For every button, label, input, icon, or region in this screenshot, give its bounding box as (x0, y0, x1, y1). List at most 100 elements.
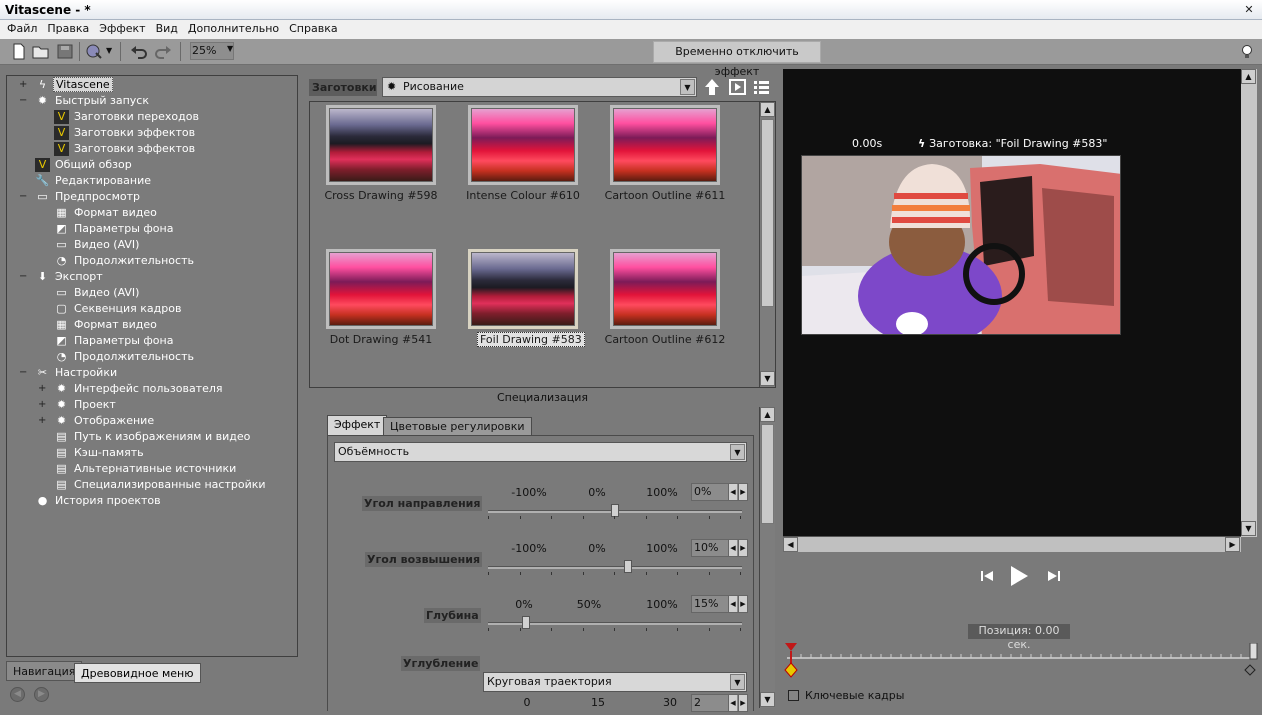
play-icon[interactable] (1008, 564, 1030, 588)
spin-left-icon[interactable]: ◀ (728, 540, 737, 556)
tab-tree-menu[interactable]: Древовидное меню (74, 663, 201, 683)
collapse-icon[interactable]: − (19, 93, 27, 109)
scroll-right-icon[interactable]: ▶ (1225, 537, 1240, 552)
tree-item[interactable]: ▤ Путь к изображениям и видео (56, 429, 252, 445)
tree-item[interactable]: ▭ Видео (AVI) (56, 285, 141, 301)
new-file-icon[interactable] (10, 43, 28, 60)
redo-icon[interactable] (154, 43, 172, 60)
lightbulb-icon[interactable] (1240, 44, 1254, 60)
relief-select[interactable]: Круговая траектория ▼ (483, 672, 747, 692)
preview-horizontal-scrollbar[interactable]: ◀ ▶ (783, 536, 1241, 552)
tree-item[interactable]: V Заготовки эффектов (54, 125, 197, 141)
arrow-up-icon[interactable] (704, 78, 720, 96)
spin-right-icon[interactable]: ▶ (738, 540, 747, 556)
value-spinner[interactable]: 10% ◀ ▶ (691, 539, 748, 557)
scroll-thumb[interactable] (761, 119, 774, 307)
tree-item[interactable]: + ✹ Интерфейс пользователя (38, 381, 225, 397)
back-icon[interactable]: ◀ (10, 687, 25, 702)
value-spinner[interactable]: 0% ◀ ▶ (691, 483, 748, 501)
chevron-down-icon[interactable]: ▼ (680, 79, 695, 95)
scroll-up-icon[interactable]: ▲ (1241, 69, 1256, 84)
tree-item[interactable]: V Заготовки эффектов (54, 141, 197, 157)
play-preview-icon[interactable] (729, 79, 746, 95)
expand-icon[interactable]: + (38, 413, 46, 429)
menu-advanced[interactable]: Дополнительно (183, 20, 284, 35)
tree-item[interactable]: + ✹ Отображение (38, 413, 156, 429)
slider-track[interactable] (488, 566, 742, 569)
tree-item[interactable]: ◩ Параметры фона (56, 221, 175, 237)
expand-icon[interactable]: + (38, 397, 46, 413)
forward-icon[interactable]: ▶ (34, 687, 49, 702)
collapse-icon[interactable]: − (19, 269, 27, 285)
tree-item[interactable]: ▭ Видео (AVI) (56, 237, 141, 253)
preset-label[interactable]: Cross Drawing #598 (311, 189, 451, 202)
thumbnails-scrollbar[interactable]: ▲ ▼ (759, 102, 775, 387)
preview-vertical-scrollbar[interactable]: ▲ ▼ (1241, 69, 1257, 537)
spin-left-icon[interactable]: ◀ (728, 596, 737, 612)
preset-thumbnail[interactable] (326, 249, 436, 329)
tree-item[interactable]: 🔧 Редактирование (36, 173, 153, 189)
spin-left-icon[interactable]: ◀ (728, 484, 737, 500)
spin-right-icon[interactable]: ▶ (738, 596, 747, 612)
tree-item[interactable]: ◔ Продолжительность (57, 253, 196, 269)
preset-thumbnail[interactable] (468, 105, 578, 185)
undo-icon[interactable] (130, 43, 148, 60)
scroll-down-icon[interactable]: ▼ (760, 371, 775, 386)
open-folder-icon[interactable] (32, 43, 50, 60)
tab-effect[interactable]: Эффект (327, 415, 388, 436)
tree-item[interactable]: ● История проектов (38, 493, 163, 509)
skip-forward-icon[interactable] (1047, 569, 1061, 583)
preset-label[interactable]: Cartoon Outline #612 (595, 333, 735, 346)
preset-category-select[interactable]: ✹ Рисование ▼ (382, 77, 697, 97)
tree-item[interactable]: − ✂ Настройки (19, 365, 119, 381)
tree-item[interactable]: ▤ Кэш-память (56, 445, 146, 461)
slider-thumb[interactable] (522, 616, 531, 629)
tree-item[interactable]: ◩ Параметры фона (56, 333, 175, 349)
menu-edit[interactable]: Правка (42, 20, 94, 35)
chevron-down-icon[interactable]: ▼ (106, 46, 112, 55)
menu-view[interactable]: Вид (151, 20, 183, 35)
tree-item[interactable]: V Общий обзор (35, 157, 134, 173)
slider-thumb[interactable] (611, 504, 619, 517)
slider-thumb[interactable] (623, 560, 632, 573)
expand-icon[interactable]: + (19, 77, 27, 93)
scroll-up-icon[interactable]: ▲ (760, 102, 775, 117)
menu-effect[interactable]: Эффект (94, 20, 150, 35)
preset-label[interactable]: Foil Drawing #583 (477, 332, 585, 347)
chevron-down-icon[interactable]: ▼ (730, 444, 745, 460)
spin-right-icon[interactable]: ▶ (738, 484, 747, 500)
scroll-thumb[interactable] (761, 424, 774, 524)
checkbox-box[interactable] (788, 690, 799, 701)
menu-help[interactable]: Справка (284, 20, 342, 35)
expand-icon[interactable]: + (38, 381, 46, 397)
spin-left-icon[interactable]: ◀ (728, 695, 737, 711)
value-spinner[interactable]: 2 ◀ ▶ (691, 694, 748, 712)
chevron-down-icon[interactable]: ▼ (730, 674, 745, 690)
tree-item[interactable]: + ✹ Проект (38, 397, 118, 413)
effect-mode-select[interactable]: Объёмность ▼ (334, 442, 747, 462)
timeline[interactable] (783, 643, 1258, 681)
disable-effect-button[interactable]: Временно отключить эффект (653, 41, 821, 78)
preset-label[interactable]: Dot Drawing #541 (311, 333, 451, 346)
tree-item[interactable]: ◔ Продолжительность (57, 349, 196, 365)
tree-item[interactable]: + ϟ Vitascene (19, 77, 113, 93)
render-settings-icon[interactable] (85, 43, 103, 60)
preset-thumbnail[interactable] (326, 105, 436, 185)
preset-label[interactable]: Cartoon Outline #611 (595, 189, 735, 202)
chevron-down-icon[interactable]: ▼ (227, 44, 233, 53)
tree-item[interactable]: ▤ Специализированные настройки (56, 477, 268, 493)
value-spinner[interactable]: 15% ◀ ▶ (691, 595, 748, 613)
effect-scrollbar[interactable]: ▲ ▼ (759, 407, 775, 708)
close-icon[interactable]: ✕ (1242, 3, 1256, 17)
tree-item[interactable]: − ⬇ Экспорт (19, 269, 105, 285)
tree-item[interactable]: ▦ Формат видео (56, 205, 159, 221)
preset-thumbnail[interactable] (610, 105, 720, 185)
scroll-up-icon[interactable]: ▲ (760, 407, 775, 422)
collapse-icon[interactable]: − (19, 365, 27, 381)
list-view-icon[interactable] (753, 79, 770, 95)
tab-color-adjustments[interactable]: Цветовые регулировки (383, 417, 532, 436)
skip-back-icon[interactable] (980, 569, 994, 583)
preset-thumbnail[interactable] (468, 249, 578, 329)
preset-label[interactable]: Intense Colour #610 (453, 189, 593, 202)
tree-item[interactable]: ▦ Формат видео (56, 317, 159, 333)
